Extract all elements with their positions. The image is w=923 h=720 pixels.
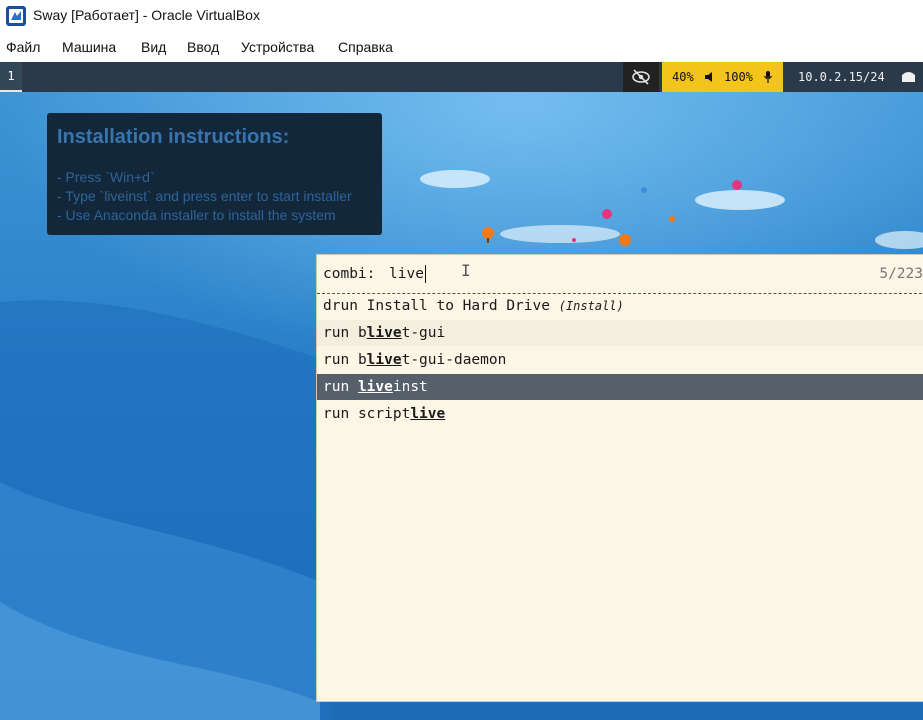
network-address: 10.0.2.15/24: [798, 70, 885, 84]
speaker-icon: [705, 72, 712, 82]
launcher-entry[interactable]: run liveinst: [317, 374, 923, 400]
entry-mode: run: [323, 325, 350, 341]
idle-inhibitor[interactable]: [623, 62, 659, 92]
entry-text: t-gui: [401, 325, 446, 341]
launcher-search-input[interactable]: live: [389, 266, 424, 282]
app-launcher[interactable]: combi: live I 5/223 drun Install to Hard…: [316, 254, 923, 702]
entry-text: b: [357, 352, 367, 368]
eye-slash-icon: [632, 69, 650, 85]
menu-input[interactable]: Ввод: [187, 39, 219, 55]
ethernet-icon: [902, 72, 915, 82]
entry-match: live: [410, 406, 446, 422]
window-titlebar: Sway [Работает] - Oracle VirtualBox: [0, 0, 923, 33]
window-title: Sway [Работает] - Oracle VirtualBox: [33, 7, 260, 23]
microphone-icon: [763, 71, 773, 83]
text-caret: [425, 265, 426, 283]
virtualbox-icon: [6, 6, 26, 26]
ibeam-cursor-icon: I: [461, 261, 471, 280]
instructions-title: Installation instructions:: [57, 126, 290, 148]
entry-text: b: [357, 325, 367, 341]
entry-text: script: [357, 406, 411, 422]
instruction-line: - Press `Win+d`: [57, 169, 155, 185]
instruction-line: - Type `liveinst` and press enter to sta…: [57, 188, 352, 204]
guest-screen[interactable]: 1 40% 100% 10.0.2.15/24 Installation ins…: [0, 62, 923, 720]
network-module[interactable]: 10.0.2.15/24: [788, 62, 923, 92]
installation-instructions-panel: Installation instructions: - Press `Win+…: [47, 113, 382, 235]
entry-text: Install to Hard Drive: [366, 298, 559, 314]
entry-mode: run: [323, 406, 350, 422]
entry-text: t-gui-daemon: [401, 352, 507, 368]
entry-match: live: [357, 379, 393, 395]
menubar: Файл Машина Вид Ввод Устройства Справка: [0, 33, 923, 61]
entry-match: live: [366, 352, 402, 368]
entry-comment: (Install): [558, 299, 624, 313]
launcher-entry[interactable]: drun Install to Hard Drive (Install): [317, 293, 923, 319]
instruction-line: - Use Anaconda installer to install the …: [57, 207, 336, 223]
menu-devices[interactable]: Устройства: [241, 39, 314, 55]
menu-view[interactable]: Вид: [141, 39, 166, 55]
menu-file[interactable]: Файл: [6, 39, 40, 55]
launcher-entry[interactable]: run blivet-gui-daemon: [317, 347, 923, 373]
menu-machine[interactable]: Машина: [62, 39, 116, 55]
entry-text: inst: [392, 379, 428, 395]
workspace-button-1[interactable]: 1: [0, 62, 22, 92]
launcher-input-row[interactable]: combi: live I 5/223: [317, 255, 923, 294]
menu-help[interactable]: Справка: [338, 39, 393, 55]
volume-level: 40%: [672, 70, 694, 84]
launcher-entry[interactable]: run blivet-gui: [317, 320, 923, 346]
entry-mode: run: [323, 352, 350, 368]
entry-match: live: [366, 325, 402, 341]
launcher-prompt: combi:: [323, 266, 376, 282]
entry-mode: drun: [323, 298, 358, 314]
launcher-entry[interactable]: run scriptlive: [317, 401, 923, 427]
sway-status-bar: 1 40% 100% 10.0.2.15/24: [0, 62, 923, 92]
audio-module[interactable]: 40% 100%: [662, 62, 783, 92]
mic-level: 100%: [724, 70, 753, 84]
entry-mode: run: [323, 379, 350, 395]
result-counter: 5/223: [879, 266, 923, 282]
